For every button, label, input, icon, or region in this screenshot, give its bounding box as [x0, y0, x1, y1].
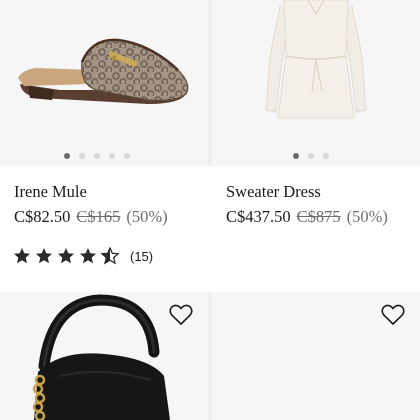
carousel-dot[interactable] [94, 153, 100, 159]
discount-percent: (50%) [346, 207, 388, 226]
mule-shoe-image [18, 38, 189, 104]
product-image-sweater-dress[interactable] [212, 0, 420, 166]
carousel-dot[interactable] [124, 153, 130, 159]
product-image-irene-mule[interactable] [0, 0, 208, 166]
carousel-dot[interactable] [308, 153, 314, 159]
product-info-sweater-dress: Sweater Dress C$437.50 C$875 (50%) [212, 166, 420, 292]
star-rating-icon [14, 247, 119, 264]
carousel-dot[interactable] [323, 153, 329, 159]
product-info-irene-mule: Irene Mule C$82.50 C$165 (50%) (15) [0, 166, 212, 292]
product-name[interactable]: Irene Mule [14, 182, 87, 202]
image-carousel-dots [64, 153, 130, 159]
product-image-bag[interactable] [0, 292, 208, 420]
sweater-dress-image [265, 0, 367, 119]
product-image-placeholder[interactable] [212, 292, 420, 420]
review-count: (15) [130, 248, 154, 264]
carousel-dot[interactable] [293, 153, 299, 159]
product-rating[interactable]: (15) [13, 247, 153, 265]
carousel-dot[interactable] [64, 153, 70, 159]
product-price-row: C$82.50 C$165 (50%) [14, 207, 168, 227]
product-name[interactable]: Sweater Dress [226, 182, 321, 202]
original-price: C$875 [296, 207, 341, 226]
discount-percent: (50%) [126, 207, 168, 226]
heart-outline-icon[interactable] [381, 304, 405, 326]
carousel-dot[interactable] [79, 153, 85, 159]
sale-price: C$82.50 [14, 207, 71, 226]
image-carousel-dots [293, 153, 329, 159]
product-price-row: C$437.50 C$875 (50%) [226, 207, 388, 227]
heart-outline-icon[interactable] [169, 304, 193, 326]
carousel-dot[interactable] [109, 153, 115, 159]
original-price: C$165 [76, 207, 121, 226]
sale-price: C$437.50 [226, 207, 291, 226]
